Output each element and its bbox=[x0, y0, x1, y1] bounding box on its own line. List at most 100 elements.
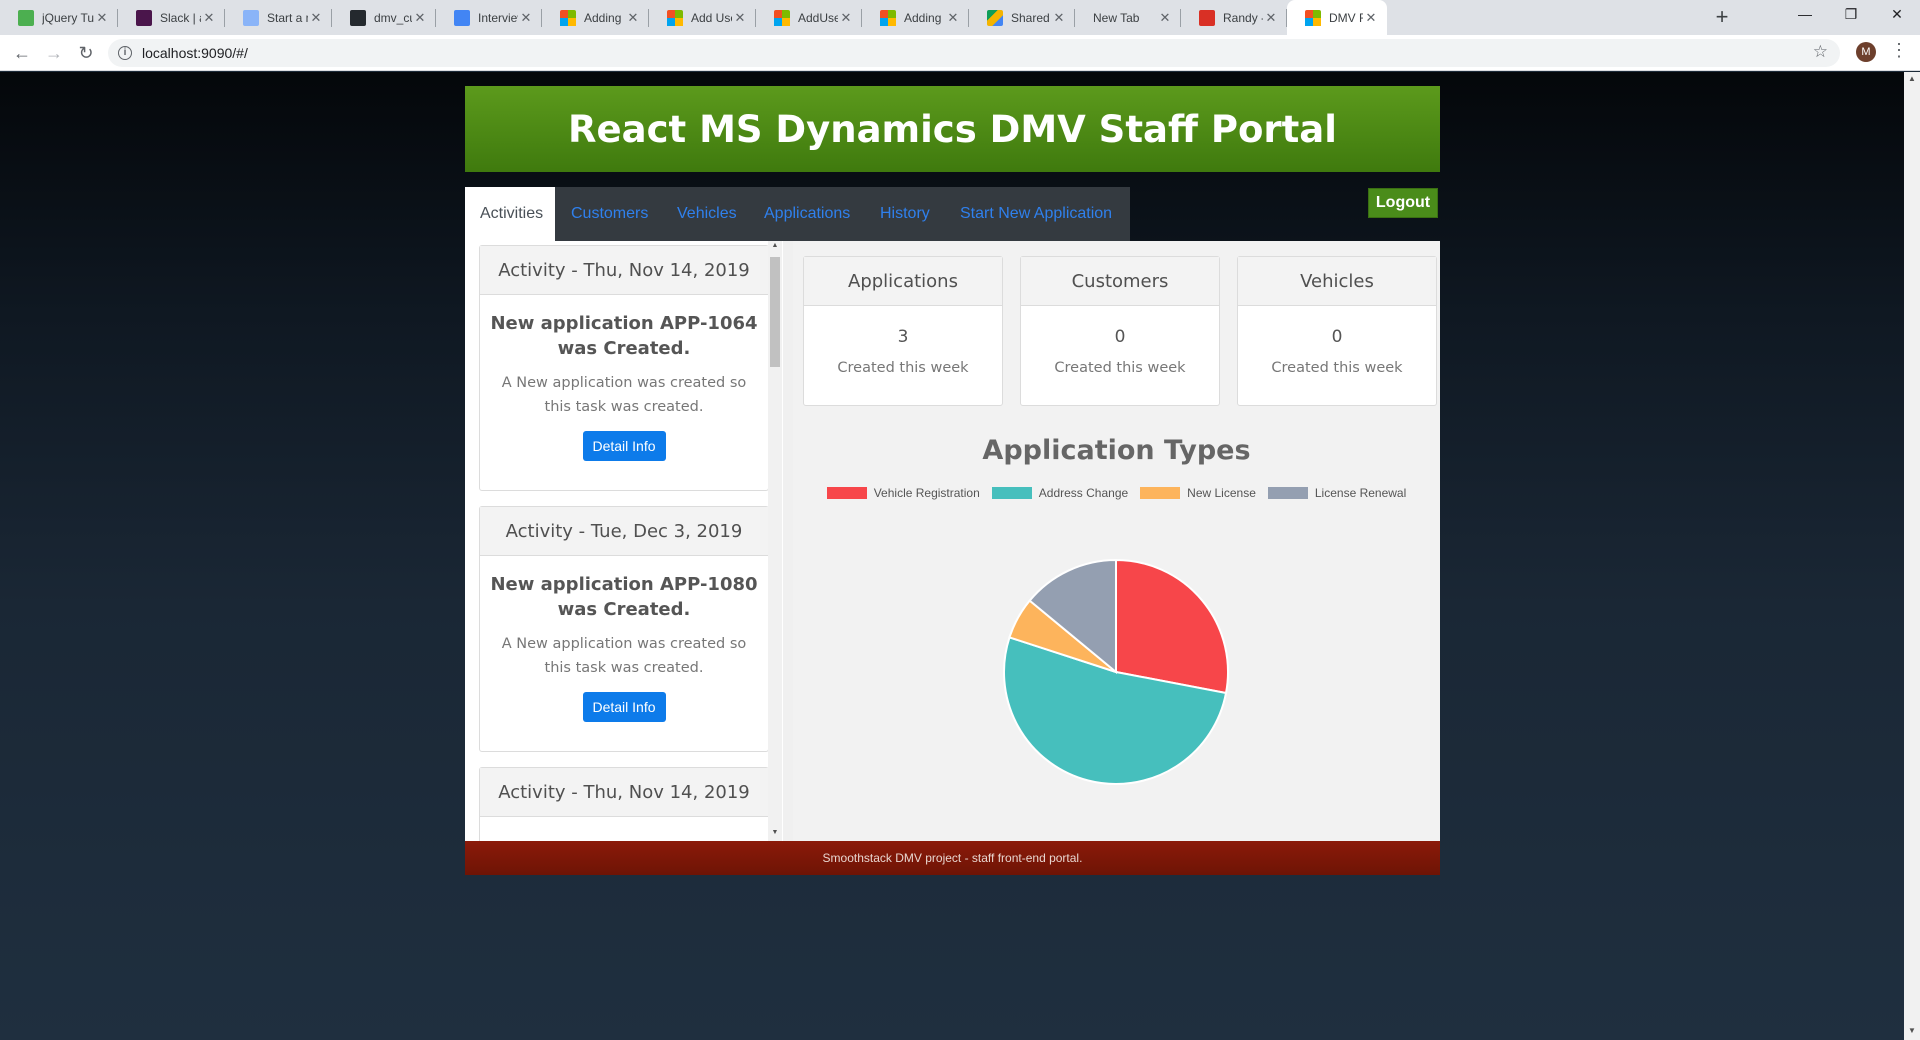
scroll-down-arrow-icon[interactable]: ▼ bbox=[768, 829, 782, 836]
tab-start-new-application[interactable]: Start New Application bbox=[960, 187, 1112, 241]
activity-date-header: Activity - Tue, Dec 3, 2019 bbox=[480, 507, 768, 556]
legend-swatch bbox=[1267, 487, 1308, 499]
legend-item[interactable]: License Renewal bbox=[1267, 486, 1407, 500]
tab-title: Randy - bbox=[1223, 10, 1263, 25]
close-tab-icon[interactable]: ✕ bbox=[308, 10, 324, 26]
legend-swatch bbox=[826, 487, 867, 499]
close-tab-icon[interactable]: ✕ bbox=[1157, 10, 1173, 26]
browser-tab[interactable]: Adding user✕ bbox=[542, 0, 649, 35]
chart-title: Application Types bbox=[982, 435, 1251, 466]
activity-card: Activity - Thu, Nov 14, 2019 New applica… bbox=[479, 245, 769, 491]
activity-description: A New application was created so this ta… bbox=[501, 375, 747, 415]
reload-icon[interactable]: ↻ bbox=[72, 39, 100, 67]
stat-value: 3 bbox=[897, 327, 909, 347]
tab-customers[interactable]: Customers bbox=[571, 187, 648, 241]
browser-tab[interactable]: DMV Front✕ bbox=[1287, 0, 1387, 35]
tab-title: Shared with bbox=[1011, 10, 1051, 25]
stat-subtitle: Created this week bbox=[837, 360, 969, 376]
close-tab-icon[interactable]: ✕ bbox=[945, 10, 961, 26]
tab-favicon-icon bbox=[136, 9, 152, 26]
activity-date-header: Activity - Thu, Nov 14, 2019 bbox=[480, 246, 768, 295]
close-tab-icon[interactable]: ✕ bbox=[1051, 10, 1067, 26]
logout-button[interactable]: Logout bbox=[1368, 188, 1438, 218]
tab-title: Start a new bbox=[267, 10, 308, 25]
legend-item[interactable]: New License bbox=[1140, 486, 1256, 500]
tab-favicon-icon bbox=[1305, 9, 1321, 26]
stat-label: Applications bbox=[804, 257, 1002, 306]
close-tab-icon[interactable]: ✕ bbox=[518, 10, 534, 26]
activities-panel[interactable]: Activity - Thu, Nov 14, 2019 New applica… bbox=[479, 245, 769, 841]
scroll-down-arrow-icon[interactable]: ▼ bbox=[1904, 1026, 1920, 1035]
close-tab-icon[interactable]: ✕ bbox=[94, 10, 110, 26]
browser-tab[interactable]: Start a new✕ bbox=[225, 0, 332, 35]
tab-favicon-icon bbox=[774, 9, 790, 26]
profile-avatar[interactable]: M bbox=[1856, 42, 1876, 62]
browser-tab[interactable]: Shared with✕ bbox=[969, 0, 1075, 35]
close-window-button[interactable]: ✕ bbox=[1874, 0, 1920, 30]
tab-favicon-icon bbox=[560, 9, 576, 26]
pie-slice-vehicle-registration[interactable] bbox=[1115, 558, 1229, 695]
panel-divider bbox=[783, 241, 793, 841]
browser-tab[interactable]: New Tab ✕ bbox=[1075, 0, 1181, 35]
new-tab-button[interactable]: + bbox=[1708, 4, 1736, 32]
stat-card-customers: Customers 0 Created this week bbox=[1020, 256, 1220, 406]
browser-tab[interactable]: dmv_custom✕ bbox=[332, 0, 436, 35]
legend-label: License Renewal bbox=[1314, 486, 1407, 500]
activity-title: New application APP-1080 was Created. bbox=[490, 574, 758, 620]
browser-tab[interactable]: Add Users tc✕ bbox=[649, 0, 756, 35]
legend-item[interactable]: Address Change bbox=[991, 486, 1128, 500]
tab-title: DMV Front bbox=[1329, 10, 1363, 25]
detail-info-button[interactable]: Detail Info bbox=[582, 431, 666, 461]
tab-vehicles[interactable]: Vehicles bbox=[677, 187, 737, 241]
tab-favicon-icon bbox=[350, 9, 366, 26]
tab-favicon-icon bbox=[454, 9, 470, 26]
tab-title: Add Users tc bbox=[691, 10, 732, 25]
browser-tab[interactable]: Interview qu✕ bbox=[436, 0, 542, 35]
browser-tab[interactable]: Adding user✕ bbox=[862, 0, 969, 35]
scroll-up-arrow-icon[interactable]: ▲ bbox=[768, 242, 782, 249]
close-tab-icon[interactable]: ✕ bbox=[838, 10, 854, 26]
address-bar[interactable]: i localhost:9090/#/ ☆ bbox=[108, 39, 1840, 67]
detail-info-button[interactable]: Detail Info bbox=[582, 692, 666, 722]
close-tab-icon[interactable]: ✕ bbox=[1263, 10, 1279, 26]
activity-title: New application APP-1064 was Created. bbox=[490, 313, 758, 359]
back-arrow-icon[interactable]: ← bbox=[8, 39, 36, 67]
tab-title: Slack | augu bbox=[160, 10, 201, 25]
restore-button[interactable]: ❐ bbox=[1828, 0, 1874, 30]
close-tab-icon[interactable]: ✕ bbox=[412, 10, 428, 26]
tab-applications[interactable]: Applications bbox=[764, 187, 850, 241]
tab-history[interactable]: History bbox=[880, 187, 930, 241]
forward-arrow-icon[interactable]: → bbox=[40, 39, 68, 67]
browser-tab[interactable]: jQuery Tuto✕ bbox=[0, 0, 118, 35]
tab-activities[interactable]: Activities bbox=[465, 187, 555, 241]
tab-favicon-icon bbox=[1199, 9, 1215, 26]
dashboard-area: Applications 3 Created this week Custome… bbox=[793, 241, 1440, 841]
activities-scrollbar[interactable]: ▲ ▼ bbox=[768, 241, 782, 841]
tab-favicon-icon bbox=[667, 9, 683, 26]
page-scrollbar[interactable]: ▲ ▼ bbox=[1904, 72, 1920, 1040]
pie-chart bbox=[1003, 558, 1229, 785]
scrollbar-thumb[interactable] bbox=[770, 257, 780, 367]
browser-tab[interactable]: Slack | augu✕ bbox=[118, 0, 225, 35]
tab-favicon-icon bbox=[987, 9, 1003, 26]
browser-tab[interactable]: AddUserToR✕ bbox=[756, 0, 862, 35]
close-tab-icon[interactable]: ✕ bbox=[732, 10, 748, 26]
browser-tabstrip: jQuery Tuto✕Slack | augu✕Start a new✕dmv… bbox=[0, 0, 1920, 35]
info-icon[interactable]: i bbox=[118, 46, 132, 60]
tab-title: New Tab bbox=[1093, 10, 1140, 25]
legend-item[interactable]: Vehicle Registration bbox=[826, 486, 980, 500]
scroll-up-arrow-icon[interactable]: ▲ bbox=[1904, 74, 1920, 83]
tab-title: Interview qu bbox=[478, 10, 518, 25]
close-tab-icon[interactable]: ✕ bbox=[625, 10, 641, 26]
close-tab-icon[interactable]: ✕ bbox=[201, 10, 217, 26]
minimize-button[interactable]: — bbox=[1782, 0, 1828, 30]
browser-toolbar: ← → ↻ i localhost:9090/#/ ☆ bbox=[0, 35, 1920, 71]
activity-card: Activity - Tue, Dec 3, 2019 New applicat… bbox=[479, 506, 769, 752]
bookmark-star-icon[interactable]: ☆ bbox=[1813, 42, 1828, 62]
page-title: React MS Dynamics DMV Staff Portal bbox=[568, 107, 1337, 151]
browser-menu-icon[interactable]: ⋮ bbox=[1890, 40, 1908, 61]
stat-label: Vehicles bbox=[1238, 257, 1436, 306]
tab-title: AddUserToR bbox=[798, 10, 838, 25]
browser-tab[interactable]: Randy - ✕ bbox=[1181, 0, 1287, 35]
close-tab-icon[interactable]: ✕ bbox=[1363, 10, 1379, 26]
